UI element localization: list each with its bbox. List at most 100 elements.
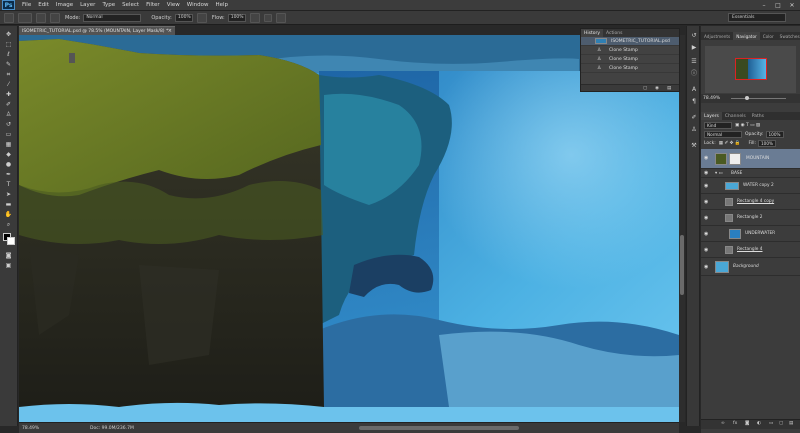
menu-type[interactable]: Type xyxy=(102,2,115,8)
flow-field[interactable]: 100% xyxy=(227,13,246,22)
brush-preset-icon[interactable] xyxy=(18,12,32,23)
airbrush-icon[interactable] xyxy=(249,12,260,23)
new-layer-icon[interactable]: ▢ xyxy=(779,421,785,426)
clone-source-icon[interactable] xyxy=(50,12,60,23)
tab-layers[interactable]: Layers xyxy=(701,112,722,120)
maximize-button[interactable]: □ xyxy=(774,2,782,9)
filter-icons[interactable]: ▣ ◉ T ▭ ▨ xyxy=(735,123,760,128)
navigator-preview[interactable] xyxy=(705,46,796,93)
document-tab[interactable]: ISOMETRIC_TUTORIAL.psd @ 78.5% (MOUNTAIN… xyxy=(19,26,175,35)
layer-row-underwater[interactable]: ◉ UNDERWATER xyxy=(701,226,800,242)
path-select-icon[interactable]: ➤ xyxy=(3,190,14,199)
close-document-button[interactable]: × xyxy=(168,28,172,34)
delete-layer-icon[interactable]: ▤ xyxy=(789,421,795,426)
menu-window[interactable]: Window xyxy=(187,2,209,8)
tab-navigator[interactable]: Navigator xyxy=(733,32,760,40)
zoom-tool-icon[interactable]: ⌕ xyxy=(3,220,14,229)
layer-row-water-copy-2[interactable]: ◉ WATER copy 2 xyxy=(701,178,800,194)
horizontal-scroll-thumb[interactable] xyxy=(359,426,519,430)
quick-mask-icon[interactable]: ◙ xyxy=(3,251,14,260)
menu-select[interactable]: Select xyxy=(122,2,139,8)
visibility-eye-icon[interactable]: ◉ xyxy=(704,183,708,189)
clone-source-panel-icon[interactable]: ♙ xyxy=(690,126,698,134)
dodge-tool-icon[interactable]: ● xyxy=(3,160,14,169)
tab-channels[interactable]: Channels xyxy=(722,112,749,120)
menu-image[interactable]: Image xyxy=(56,2,73,8)
pressure-size-icon[interactable] xyxy=(275,12,286,23)
new-document-icon[interactable]: ▢ xyxy=(643,86,649,91)
info-panel-icon[interactable]: ⓘ xyxy=(690,70,698,78)
layer-row-rectangle-4-copy[interactable]: ◉ Rectangle 4 copy xyxy=(701,194,800,210)
tab-paths[interactable]: Paths xyxy=(749,112,767,120)
zoom-slider-knob[interactable] xyxy=(745,96,749,100)
history-brush-icon[interactable]: ↺ xyxy=(3,120,14,129)
blend-mode-select[interactable]: Normal xyxy=(704,131,742,138)
healing-tool-icon[interactable]: ✚ xyxy=(3,90,14,99)
layer-style-icon[interactable]: fx xyxy=(733,421,739,426)
screen-mode-icon[interactable]: ▣ xyxy=(3,261,14,270)
layer-mask-thumbnail[interactable] xyxy=(729,153,741,165)
history-panel-icon[interactable]: ↺ xyxy=(690,32,698,40)
brush-tool-icon[interactable]: ✐ xyxy=(3,100,14,109)
pressure-opacity-icon[interactable] xyxy=(196,12,207,23)
layer-filter-kind[interactable]: Kind xyxy=(704,122,732,129)
blur-tool-icon[interactable]: ◆ xyxy=(3,150,14,159)
move-tool-icon[interactable]: ✥ xyxy=(3,30,14,39)
brush-panel-icon[interactable] xyxy=(36,12,46,23)
minimize-button[interactable]: – xyxy=(760,2,768,9)
link-layers-icon[interactable]: ∞ xyxy=(721,421,727,426)
lasso-tool-icon[interactable]: ℓ xyxy=(3,50,14,59)
tab-color[interactable]: Color xyxy=(760,32,777,40)
history-snapshot[interactable]: ISOMETRIC_TUTORIAL.psd xyxy=(581,37,679,46)
menu-help[interactable]: Help xyxy=(215,2,228,8)
marquee-tool-icon[interactable]: ⬚ xyxy=(3,40,14,49)
properties-panel-icon[interactable]: ☰ xyxy=(690,58,698,66)
tab-swatches[interactable]: Swatches xyxy=(777,32,800,40)
aligned-checkbox[interactable] xyxy=(263,13,272,22)
tab-history[interactable]: History xyxy=(581,29,604,37)
layer-fill-field[interactable]: 100% xyxy=(758,140,776,147)
visibility-eye-icon[interactable]: ◉ xyxy=(704,231,708,237)
pen-tool-icon[interactable]: ✒ xyxy=(3,170,14,179)
new-group-icon[interactable]: ▭ xyxy=(769,421,775,426)
adjustment-layer-icon[interactable]: ◐ xyxy=(757,421,763,426)
tab-adjustments[interactable]: Adjustments xyxy=(701,32,733,40)
status-zoom[interactable]: 78.49% xyxy=(22,426,40,431)
actions-panel-icon[interactable]: ▶ xyxy=(690,44,698,52)
menu-layer[interactable]: Layer xyxy=(80,2,95,8)
visibility-eye-icon[interactable]: ◉ xyxy=(704,215,708,221)
menu-file[interactable]: File xyxy=(22,2,31,8)
quick-select-tool-icon[interactable]: ✎ xyxy=(3,60,14,69)
mode-select[interactable]: Normal xyxy=(83,13,142,22)
brush-panel-icon[interactable]: ✐ xyxy=(690,114,698,122)
layer-opacity-field[interactable]: 100% xyxy=(765,131,784,138)
menu-view[interactable]: View xyxy=(167,2,180,8)
layer-row-base-group[interactable]: ◉ ▾ ▭ BASE xyxy=(701,169,800,178)
background-color-swatch[interactable] xyxy=(7,237,15,245)
shape-tool-icon[interactable]: ▬ xyxy=(3,200,14,209)
add-mask-icon[interactable]: ◙ xyxy=(745,421,751,426)
tool-presets-icon[interactable]: ⚒ xyxy=(690,142,698,150)
vertical-scrollbar[interactable] xyxy=(679,35,685,422)
clone-stamp-icon[interactable]: ♙ xyxy=(3,110,14,119)
trash-icon[interactable]: ▤ xyxy=(667,86,673,91)
new-snapshot-icon[interactable]: ◉ xyxy=(655,86,661,91)
history-step[interactable]: ♙ Clone Stamp xyxy=(581,64,679,73)
document-canvas[interactable] xyxy=(19,35,679,422)
vertical-scroll-thumb[interactable] xyxy=(680,235,684,295)
visibility-eye-icon[interactable]: ◉ xyxy=(704,264,708,270)
layer-row-background[interactable]: ◉ Background xyxy=(701,258,800,276)
menu-edit[interactable]: Edit xyxy=(38,2,49,8)
eraser-tool-icon[interactable]: ▭ xyxy=(3,130,14,139)
eyedropper-tool-icon[interactable]: ⁄ xyxy=(3,80,14,89)
paragraph-panel-icon[interactable]: ¶ xyxy=(690,98,698,106)
history-step[interactable]: ♙ Clone Stamp xyxy=(581,46,679,55)
crop-tool-icon[interactable]: ⌗ xyxy=(3,70,14,79)
opacity-field[interactable]: 100% xyxy=(174,13,193,22)
visibility-eye-icon[interactable]: ◉ xyxy=(704,170,708,176)
close-window-button[interactable]: ✕ xyxy=(788,2,796,9)
tab-actions[interactable]: Actions xyxy=(603,29,625,37)
character-panel-icon[interactable]: A xyxy=(690,86,698,94)
hand-tool-icon[interactable]: ✋ xyxy=(3,210,14,219)
menu-filter[interactable]: Filter xyxy=(146,2,160,8)
